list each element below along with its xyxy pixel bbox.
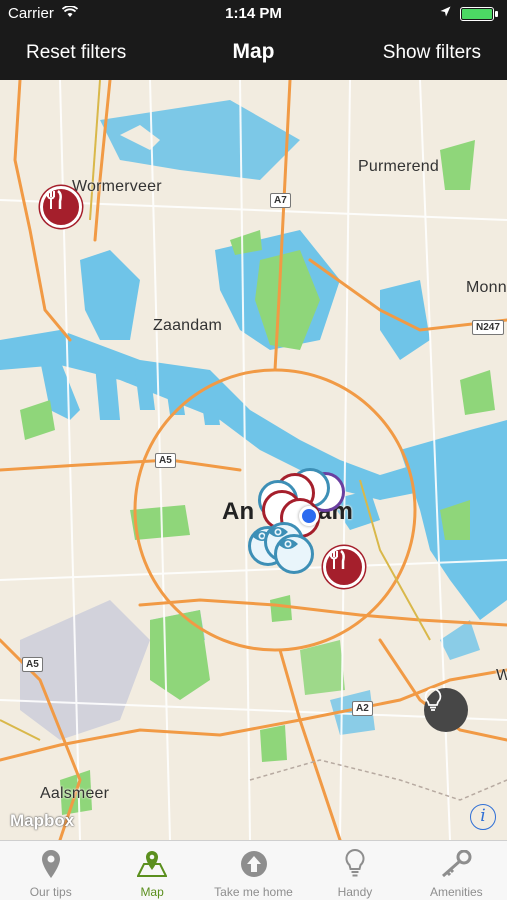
pin-icon [41,849,61,879]
tab-label: Handy [337,885,373,899]
battery-level [462,9,492,19]
road-shield-a2: A2 [352,701,373,716]
mapbox-attribution[interactable]: Mapbox [10,811,74,831]
place-label-monnickendam: Monn [466,279,507,296]
place-label-aalsmeer: Aalsmeer [40,785,110,802]
tab-label: Map [140,885,164,899]
tab-amenities[interactable]: Amenities [406,841,507,900]
place-label-wormerveer: Wormerveer [72,178,162,195]
show-filters-button[interactable]: Show filters [383,42,481,64]
tab-bar: Our tips Map Take me home Handy Amenitie… [0,840,507,900]
tab-map[interactable]: Map [101,841,202,900]
arrow-up-circle-icon [240,849,268,879]
clock: 1:14 PM [225,5,282,22]
status-bar: Carrier 1:14 PM [0,0,507,28]
tab-label: Amenities [429,885,483,899]
nav-bar: Reset filters Map Show filters [0,28,507,80]
road-shield-n247: N247 [472,320,504,335]
road-shield-a5: A5 [155,453,176,468]
road-shield-a5-west: A5 [22,657,43,672]
tab-label: Our tips [29,885,72,899]
key-icon [440,849,472,879]
map-pin-icon [137,849,168,879]
place-label-amsterdam: An [222,498,255,525]
tab-handy[interactable]: Handy [304,841,405,900]
place-label-purmerend: Purmerend [358,158,439,175]
tab-label: Take me home [214,885,293,899]
info-button[interactable]: i [470,804,496,830]
tab-take-me-home[interactable]: Take me home [203,841,304,900]
place-label-w: W [496,667,507,684]
location-arrow-icon [440,5,451,20]
handy-tips-button[interactable] [424,688,468,732]
road-shield-a7: A7 [270,193,291,208]
map-view[interactable]: Wormerveer Purmerend Zaandam Monn An am … [0,80,507,840]
sight-marker[interactable] [274,534,314,574]
tab-our-tips[interactable]: Our tips [0,841,101,900]
restaurant-marker[interactable] [323,546,365,588]
user-location-dot [299,506,319,526]
battery-icon [460,7,498,21]
lightbulb-icon [345,849,365,879]
reset-filters-button[interactable]: Reset filters [26,42,126,64]
restaurant-marker[interactable] [40,186,82,228]
place-label-zaandam: Zaandam [153,317,222,334]
